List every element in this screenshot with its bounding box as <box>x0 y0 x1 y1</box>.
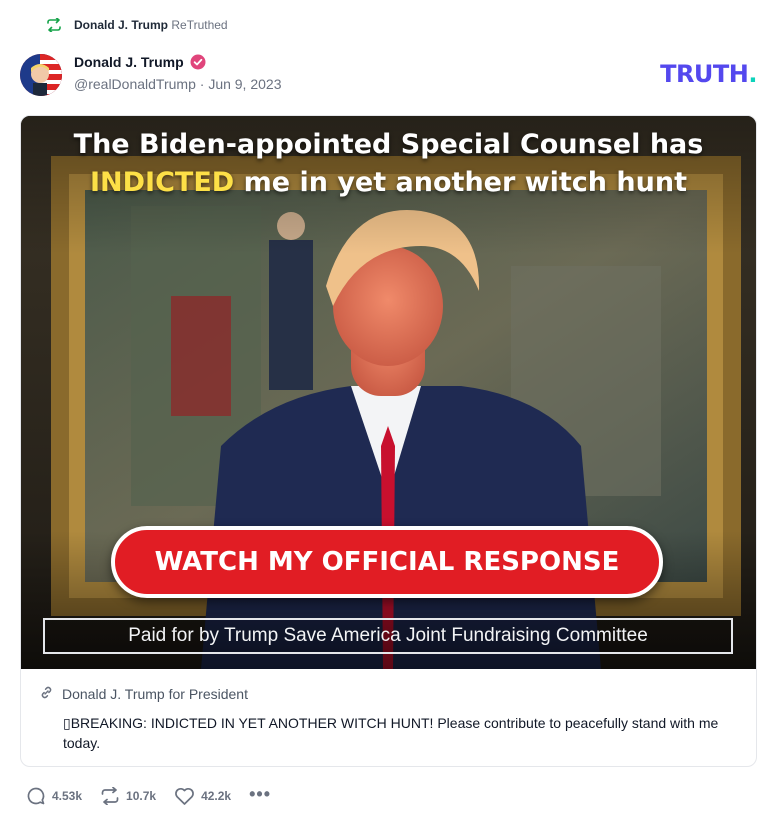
retruth-count: 10.7k <box>126 789 157 803</box>
link-icon <box>39 685 54 703</box>
logo-dot: . <box>748 60 757 88</box>
meta-separator: · <box>199 76 205 92</box>
truth-logo[interactable]: TRUTH. <box>660 60 757 88</box>
retruth-icon <box>46 18 62 32</box>
author-name[interactable]: Donald J. Trump <box>74 54 184 70</box>
more-icon: ••• <box>249 783 271 804</box>
headline-line-1: The Biden-appointed Special Counsel has <box>73 129 704 160</box>
retruth-button[interactable]: 10.7k <box>100 787 156 805</box>
link-source[interactable]: Donald J. Trump for President <box>62 686 248 702</box>
headline-highlight: INDICTED <box>90 167 235 198</box>
post-date[interactable]: Jun 9, 2023 <box>208 76 281 92</box>
post-author: Donald J. Trump @realDonaldTrump · Jun 9… <box>74 54 281 92</box>
headline-line-2-rest: me in yet another witch hunt <box>234 167 687 198</box>
post-actions: 4.53k 10.7k 42.2k ••• <box>26 784 271 806</box>
link-card[interactable]: The Biden-appointed Special Counsel has … <box>20 115 757 767</box>
watch-response-button[interactable]: WATCH MY OFFICIAL RESPONSE <box>111 526 663 598</box>
heart-icon <box>175 787 194 805</box>
author-handle[interactable]: @realDonaldTrump <box>74 76 196 92</box>
avatar[interactable] <box>20 54 62 96</box>
more-options-button[interactable]: ••• <box>249 784 271 805</box>
paid-for-disclaimer: Paid for by Trump Save America Joint Fun… <box>43 618 733 654</box>
retruth-header: Donald J. Trump ReTruthed <box>46 18 228 32</box>
link-description: ▯BREAKING: INDICTED IN YET ANOTHER WITCH… <box>63 715 719 751</box>
retruth-action-icon <box>101 787 119 805</box>
reply-count: 4.53k <box>52 789 83 803</box>
retruth-label: ReTruthed <box>171 18 228 32</box>
reply-icon <box>27 787 45 805</box>
verified-badge-icon <box>190 54 206 70</box>
media-image[interactable]: The Biden-appointed Special Counsel has … <box>21 116 756 669</box>
headline-line-2: INDICTED me in yet another witch hunt <box>21 164 756 202</box>
like-button[interactable]: 42.2k <box>174 787 231 806</box>
link-info[interactable]: Donald J. Trump for President ▯BREAKING:… <box>21 669 756 753</box>
media-headline: The Biden-appointed Special Counsel has … <box>21 126 756 202</box>
reply-button[interactable]: 4.53k <box>26 786 82 806</box>
like-count: 42.2k <box>201 789 232 803</box>
logo-text: TRUTH <box>660 60 749 88</box>
retruth-author-name[interactable]: Donald J. Trump <box>74 18 168 32</box>
